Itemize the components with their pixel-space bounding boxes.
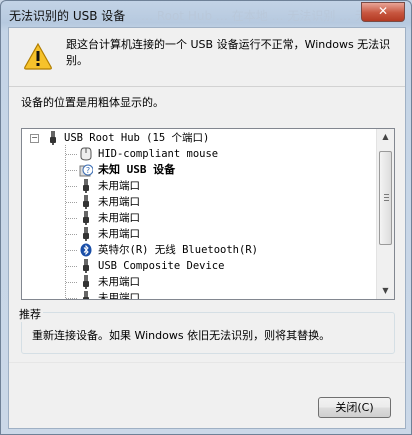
tree-child-row[interactable]: 未用端口 — [22, 290, 378, 300]
header-divider — [9, 86, 405, 87]
usb-port-icon — [83, 259, 89, 273]
warning-message: 跟这台计算机连接的一个 USB 设备运行不正常，Windows 无法识别。 — [66, 38, 391, 67]
dialog-client-area: 跟这台计算机连接的一个 USB 设备运行不正常，Windows 无法识别。 设备… — [8, 27, 406, 429]
tree-child-label: HID-compliant mouse — [98, 148, 219, 160]
warning-icon — [24, 42, 52, 70]
usb-port-icon — [83, 227, 89, 241]
tree-branch-line — [66, 202, 78, 203]
message-header: 跟这台计算机连接的一个 USB 设备运行不正常，Windows 无法识别。 — [9, 28, 405, 80]
tree-child-row[interactable]: 未用端口 — [22, 210, 378, 226]
collapse-icon[interactable]: − — [30, 134, 39, 143]
tree-child-row[interactable]: 英特尔(R) 无线 Bluetooth(R) — [22, 242, 378, 258]
footer-divider — [9, 362, 405, 363]
usb-port-icon — [83, 179, 89, 193]
window-close-button[interactable]: ✕ — [361, 2, 405, 22]
tree-child-row[interactable]: 未用端口 — [22, 194, 378, 210]
usb-port-icon — [83, 211, 89, 225]
usb-port-icon — [83, 291, 89, 299]
tree-branch-line — [66, 282, 78, 283]
unknown-device-icon: ? — [79, 164, 93, 177]
dialog-window: 无法识别的 USB 设备 … Root Hub … 在本地 … 无法识别 … 无… — [0, 0, 412, 435]
scroll-down-icon[interactable]: ▼ — [378, 283, 393, 299]
tree-child-label: 未用端口 — [98, 180, 140, 192]
tree-rows: − USB Root Hub (15 个端口) HID-compliant mo… — [22, 130, 378, 300]
usb-port-icon — [83, 275, 89, 289]
window-title: 无法识别的 USB 设备 — [9, 9, 126, 23]
tree-child-row[interactable]: HID-compliant mouse — [22, 146, 378, 162]
description-text: 重新连接设备。如果 Windows 依旧无法识别，则将其替换。 — [32, 329, 331, 342]
tree-child-label: 未用端口 — [98, 292, 140, 300]
scroll-up-icon[interactable]: ▲ — [378, 129, 393, 145]
tree-branch-line — [66, 266, 78, 267]
tree-child-row[interactable]: USB Composite Device — [22, 258, 378, 274]
tree-branch-line — [66, 234, 78, 235]
tree-branch-line — [66, 186, 78, 187]
bluetooth-icon — [80, 243, 92, 257]
tree-child-label: 未用端口 — [98, 276, 140, 288]
tree-branch-line — [66, 218, 78, 219]
vertical-scrollbar[interactable]: ▲ ▼ — [376, 129, 394, 299]
tree-branch-line — [66, 154, 78, 155]
tree-child-row[interactable]: 未用端口 — [22, 178, 378, 194]
tree-branch-line — [66, 298, 78, 299]
usb-device-tree[interactable]: − USB Root Hub (15 个端口) HID-compliant mo… — [21, 128, 395, 300]
scrollbar-thumb[interactable] — [379, 151, 392, 245]
tree-branch-line — [66, 170, 78, 171]
tree-child-row[interactable]: 未用端口 — [22, 274, 378, 290]
svg-text:?: ? — [86, 166, 90, 175]
usb-hub-icon — [50, 131, 56, 145]
tree-child-label: 未用端口 — [98, 196, 140, 208]
tree-child-label: USB Composite Device — [98, 260, 225, 272]
background-window-title: … Root Hub … 在本地 … 无法识别 … 无此 — [141, 9, 379, 23]
tree-child-label: 未知 USB 设备 — [98, 163, 176, 176]
tree-branch-line — [66, 250, 78, 251]
mouse-icon — [80, 147, 92, 161]
tree-child-label: 未用端口 — [98, 212, 140, 224]
description-groupbox: 重新连接设备。如果 Windows 依旧无法识别，则将其替换。 — [21, 312, 395, 354]
description-legend: 推荐 — [17, 306, 43, 322]
title-bar[interactable]: 无法识别的 USB 设备 … Root Hub … 在本地 … 无法识别 … 无… — [1, 1, 411, 27]
tree-child-label: 英特尔(R) 无线 Bluetooth(R) — [98, 244, 258, 256]
tree-child-row[interactable]: ? 未知 USB 设备 — [22, 162, 378, 178]
tree-child-label: 未用端口 — [98, 228, 140, 240]
tree-root-row[interactable]: − USB Root Hub (15 个端口) — [22, 130, 378, 146]
close-button[interactable]: 关闭(C) — [318, 397, 391, 418]
tree-root-label: USB Root Hub (15 个端口) — [64, 132, 210, 144]
tree-child-row[interactable]: 未用端口 — [22, 226, 378, 242]
usb-port-icon — [83, 195, 89, 209]
location-label: 设备的位置是用粗体显示的。 — [21, 96, 164, 109]
